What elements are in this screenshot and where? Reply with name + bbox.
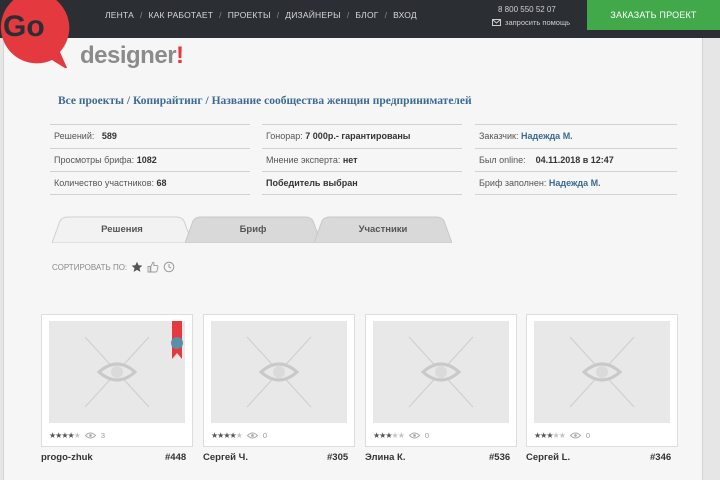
logo-wordmark: designer! bbox=[80, 42, 184, 69]
go-logo[interactable]: Go bbox=[0, 0, 70, 68]
tab-brief[interactable]: Бриф bbox=[185, 215, 321, 243]
sort-bar: СОРТИРОВАТЬ ПО: bbox=[52, 261, 175, 273]
solution-card[interactable]: ★★★★★ 0 bbox=[526, 314, 678, 447]
solution-number: #536 bbox=[489, 452, 511, 463]
solution-number: #346 bbox=[650, 452, 672, 463]
nav-how-it-works[interactable]: КАК РАБОТАЕТ bbox=[149, 10, 214, 20]
card-meta: ★★★★★ 0 bbox=[211, 431, 267, 440]
nav-blog[interactable]: БЛОГ bbox=[355, 10, 378, 20]
nav-projects[interactable]: ПРОЕКТЫ bbox=[228, 10, 271, 20]
eye-icon bbox=[84, 432, 96, 439]
info-column-customer: Заказчик: Надежда М. Был online: 04.11.2… bbox=[475, 124, 677, 195]
nav-login[interactable]: ВХОД bbox=[393, 10, 417, 20]
image-placeholder[interactable] bbox=[211, 321, 347, 423]
breadcrumb-current: Название сообщества женщин предпринимате… bbox=[211, 95, 472, 107]
envelope-icon bbox=[492, 19, 501, 26]
solution-card[interactable]: ★★★★★ 0 bbox=[365, 314, 517, 447]
solution-number: #305 bbox=[327, 452, 349, 463]
image-placeholder[interactable] bbox=[534, 321, 670, 423]
customer-link[interactable]: Надежда М. bbox=[521, 131, 573, 141]
nav-feed[interactable]: ЛЕНТА bbox=[105, 10, 134, 20]
rating-stars: ★★★★★ bbox=[49, 431, 81, 440]
view-count: 0 bbox=[262, 431, 268, 440]
designer-name[interactable]: Элина К. bbox=[365, 452, 406, 463]
help-link[interactable]: запросить помощь bbox=[492, 18, 570, 27]
main-nav: ЛЕНТА / КАК РАБОТАЕТ / ПРОЕКТЫ / ДИЗАЙНЕРЫ /… bbox=[105, 10, 417, 20]
customer: Заказчик: Надежда М. bbox=[475, 124, 677, 148]
rating-stars: ★★★★★ bbox=[211, 431, 243, 440]
solution-number: #448 bbox=[165, 452, 187, 463]
view-count: 3 bbox=[100, 431, 106, 440]
tab-bar: Решения Бриф Участники bbox=[52, 215, 452, 245]
info-column-fee: Гонорар: 7 000р.- гарантированы Мнение э… bbox=[262, 124, 462, 195]
sort-label: СОРТИРОВАТЬ ПО: bbox=[52, 262, 128, 272]
expert-opinion: Мнение эксперта: нет bbox=[262, 147, 462, 172]
eye-icon bbox=[569, 432, 581, 439]
image-placeholder[interactable] bbox=[373, 321, 509, 423]
solution-card[interactable]: ★★★★★ 0 bbox=[203, 314, 355, 447]
thumbs-up-sort-icon[interactable] bbox=[147, 261, 159, 273]
nav-designers[interactable]: ДИЗАЙНЕРЫ bbox=[285, 10, 341, 20]
solutions-count: Решений: 589 bbox=[50, 124, 250, 148]
help-label: запросить помощь bbox=[505, 18, 571, 27]
brief-views: Просмотры брифа: 1082 bbox=[50, 147, 250, 172]
designer-name[interactable]: progo-zhuk bbox=[41, 452, 93, 463]
view-count: 0 bbox=[585, 431, 591, 440]
image-placeholder[interactable] bbox=[49, 321, 185, 423]
card-meta: ★★★★★ 3 bbox=[49, 431, 105, 440]
brief-author-link[interactable]: Надежда М. bbox=[549, 178, 601, 188]
card-meta: ★★★★★ 0 bbox=[534, 431, 590, 440]
star-sort-icon[interactable] bbox=[131, 261, 143, 273]
card-meta: ★★★★★ 0 bbox=[373, 431, 429, 440]
rating-stars: ★★★★★ bbox=[373, 431, 405, 440]
rating-stars: ★★★★★ bbox=[534, 431, 566, 440]
last-online: Был online: 04.11.2018 в 12:47 bbox=[475, 147, 677, 172]
tab-solutions[interactable]: Решения bbox=[52, 215, 192, 243]
breadcrumb-all-projects[interactable]: Все проекты bbox=[58, 95, 124, 107]
designer-name[interactable]: Сергей Ч. bbox=[203, 452, 248, 463]
view-count: 0 bbox=[424, 431, 430, 440]
tab-participants[interactable]: Участники bbox=[314, 215, 452, 243]
breadcrumb: Все проекты / Копирайтинг / Название соо… bbox=[58, 95, 472, 107]
designer-name[interactable]: Сергей L. bbox=[526, 452, 570, 463]
eye-icon bbox=[408, 432, 420, 439]
top-bar: ЛЕНТА / КАК РАБОТАЕТ / ПРОЕКТЫ / ДИЗАЙНЕРЫ /… bbox=[0, 0, 720, 38]
info-column-stats: Решений: 589 Просмотры брифа: 1082 Колич… bbox=[50, 124, 250, 195]
brief-filled-by: Бриф заполнен: Надежда М. bbox=[475, 171, 677, 195]
breadcrumb-copywriting[interactable]: Копирайтинг bbox=[133, 95, 203, 107]
participants-count: Количество участников: 68 bbox=[50, 171, 250, 195]
logo-go-text: Go bbox=[3, 10, 45, 43]
fee: Гонорар: 7 000р.- гарантированы bbox=[262, 124, 462, 148]
solution-card[interactable]: ★★★★★ 3 bbox=[41, 314, 193, 447]
winner-status: Победитель выбран bbox=[262, 171, 462, 195]
clock-sort-icon[interactable] bbox=[163, 261, 175, 273]
eye-icon bbox=[246, 432, 258, 439]
phone-number: 8 800 550 52 07 bbox=[498, 5, 556, 14]
order-project-button[interactable]: ЗАКАЗАТЬ ПРОЕКТ bbox=[587, 0, 720, 30]
winner-ribbon-icon bbox=[171, 321, 183, 359]
